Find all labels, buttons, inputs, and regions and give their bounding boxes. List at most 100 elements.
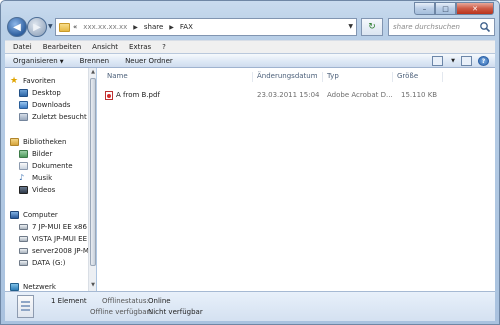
breadcrumb-folder[interactable]: FAX (180, 23, 193, 31)
explorer-window: – □ ✕ ◀ ▶ ▼ « xxx.xx.xx.xx ▶ share ▶ FAX… (0, 0, 500, 325)
view-controls: ▼ ? (432, 56, 489, 66)
sidebar-item-label: VISTA JP-MUI EE (32, 234, 87, 243)
file-name: A from B.pdf (116, 91, 160, 99)
menu-bar: Datei Bearbeiten Ansicht Extras ? (5, 40, 495, 53)
sidebar-item-label: Bilder (32, 149, 53, 158)
column-header-date[interactable]: Änderungsdatum (253, 72, 323, 82)
column-header-type[interactable]: Typ (323, 72, 393, 82)
sidebar-item-downloads[interactable]: Downloads (19, 99, 70, 110)
scrollbar-thumb[interactable] (90, 78, 96, 266)
help-icon[interactable]: ? (478, 56, 489, 66)
column-header-size[interactable]: Größe (393, 72, 443, 82)
sidebar-item-drive[interactable]: 7 JP-MUI EE x86 ( (19, 221, 92, 232)
organize-label: Organisieren (13, 56, 58, 65)
search-input[interactable]: share durchsuchen (388, 18, 495, 36)
sidebar-item-label: Computer (23, 210, 58, 219)
offline-status-label: Offlinestatus: (102, 297, 149, 305)
address-dropdown-icon[interactable]: ▼ (348, 23, 353, 30)
refresh-button[interactable]: ↻ (361, 18, 383, 36)
chevron-down-icon: ▼ (59, 58, 64, 65)
file-date: 23.03.2011 15:04 (257, 91, 320, 99)
navigation-row: ◀ ▶ ▼ « xxx.xx.xx.xx ▶ share ▶ FAX ▼ ↻ s… (5, 15, 497, 39)
sidebar-item-recent[interactable]: Zuletzt besucht (19, 111, 87, 122)
address-bar[interactable]: « xxx.xx.xx.xx ▶ share ▶ FAX ▼ (55, 18, 357, 36)
navigation-pane-scrollbar[interactable]: ▲ ▼ (88, 68, 96, 291)
search-icon[interactable] (479, 21, 491, 33)
folder-icon (59, 22, 70, 32)
computer-icon (10, 210, 19, 219)
close-button[interactable]: ✕ (456, 2, 494, 15)
recent-places-icon (19, 112, 28, 121)
pictures-icon (19, 149, 28, 158)
command-bar: Organisieren ▼ Brennen Neuer Ordner ▼ ? (5, 53, 495, 68)
sidebar-item-pictures[interactable]: Bilder (19, 148, 52, 159)
drive-icon (19, 247, 28, 254)
desktop-icon (19, 88, 28, 97)
burn-button[interactable]: Brennen (80, 57, 109, 65)
documents-icon (19, 161, 28, 170)
caption-buttons: – □ ✕ (414, 2, 494, 15)
offline-availability-value: Nicht verfügbar (148, 308, 203, 316)
breadcrumb-separator-icon[interactable]: ▶ (133, 24, 138, 31)
menu-help[interactable]: ? (162, 43, 166, 51)
organize-button[interactable]: Organisieren ▼ (13, 57, 64, 65)
preview-pane-icon[interactable] (461, 56, 472, 66)
sidebar-item-drive[interactable]: VISTA JP-MUI EE (19, 233, 87, 244)
music-icon: ♪ (19, 173, 25, 182)
sidebar-item-drive[interactable]: DATA (G:) (19, 257, 66, 268)
drive-icon (19, 235, 28, 242)
column-header-name[interactable]: Name (103, 72, 253, 82)
sidebar-item-network[interactable]: Netzwerk (10, 281, 56, 291)
minimize-button[interactable]: – (414, 2, 435, 15)
change-view-icon[interactable] (432, 56, 444, 66)
libraries-icon (10, 137, 19, 146)
sidebar-item-documents[interactable]: Dokumente (19, 160, 73, 171)
refresh-icon: ↻ (368, 22, 376, 32)
sidebar-item-label: server2008 JP-MU (32, 246, 95, 255)
pdf-file-icon (105, 90, 113, 100)
sidebar-item-favorites[interactable]: ★ Favoriten (10, 75, 55, 86)
star-icon: ★ (10, 75, 19, 86)
offline-status-value: Online (148, 297, 171, 305)
sidebar-item-label: Netzwerk (23, 282, 56, 291)
items-icon (17, 295, 34, 318)
new-folder-button[interactable]: Neuer Ordner (125, 57, 173, 65)
breadcrumb-host[interactable]: xxx.xx.xx.xx (83, 23, 127, 31)
view-options-chevron-icon[interactable]: ▼ (451, 58, 455, 64)
item-count: 1 Element (51, 297, 87, 305)
sidebar-item-label: Bibliotheken (23, 137, 67, 146)
breadcrumb-share[interactable]: share (144, 23, 163, 31)
sidebar-item-drive[interactable]: server2008 JP-MU (19, 245, 94, 256)
sidebar-item-computer[interactable]: Computer (10, 209, 58, 220)
sidebar-item-desktop[interactable]: Desktop (19, 87, 61, 98)
file-size: 15.110 KB (401, 91, 438, 99)
sidebar-item-label: Favoriten (23, 76, 56, 85)
maximize-button[interactable]: □ (435, 2, 456, 15)
sidebar-item-label: Desktop (32, 88, 61, 97)
recent-pages-dropdown[interactable]: ▼ (48, 23, 53, 30)
menu-bearbeiten[interactable]: Bearbeiten (43, 43, 81, 51)
scroll-up-icon[interactable]: ▲ (90, 69, 96, 75)
file-type: Adobe Acrobat D... (327, 91, 393, 99)
file-list: Name Änderungsdatum Typ Größe A from B.p… (97, 68, 495, 291)
file-row[interactable]: A from B.pdf 23.03.2011 15:04 Adobe Acro… (105, 89, 440, 101)
sidebar-item-videos[interactable]: Videos (19, 184, 55, 195)
sidebar-item-libraries[interactable]: Bibliotheken (10, 136, 66, 147)
menu-ansicht[interactable]: Ansicht (92, 43, 118, 51)
sidebar-item-label: Videos (32, 185, 56, 194)
sidebar-item-label: Downloads (32, 100, 71, 109)
breadcrumb-separator-icon[interactable]: ▶ (169, 24, 174, 31)
drive-icon (19, 259, 28, 266)
search-placeholder: share durchsuchen (393, 23, 460, 31)
navigation-pane: ★ Favoriten Desktop Downloads Zuletzt be… (5, 68, 96, 291)
sidebar-item-music[interactable]: ♪ Musik (19, 172, 52, 183)
forward-button[interactable]: ▶ (27, 17, 47, 37)
videos-icon (19, 185, 28, 194)
menu-datei[interactable]: Datei (13, 43, 32, 51)
back-button[interactable]: ◀ (7, 17, 27, 37)
menu-extras[interactable]: Extras (129, 43, 151, 51)
sidebar-item-label: Dokumente (32, 161, 73, 170)
scroll-down-icon[interactable]: ▼ (90, 282, 96, 288)
breadcrumb-overflow[interactable]: « (73, 23, 77, 31)
forward-arrow-icon: ▶ (33, 21, 41, 33)
